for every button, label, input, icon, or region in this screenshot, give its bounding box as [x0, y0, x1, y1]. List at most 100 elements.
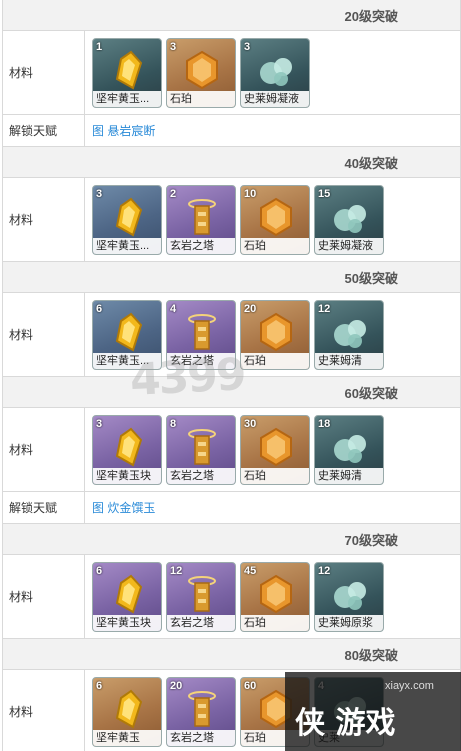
material-name: 史莱姆凝液 [315, 237, 383, 254]
slime-concentrate-icon [329, 573, 371, 615]
material-card[interactable]: 18 史莱姆清 [314, 414, 384, 485]
material-card[interactable]: 8 玄岩之塔 [166, 414, 236, 485]
material-count: 18 [318, 417, 331, 430]
material-count: 30 [244, 417, 257, 430]
amber-icon [181, 49, 223, 91]
material-count: 60 [244, 679, 257, 692]
materials-row: 材料 6 坚牢黄玉块 12 玄岩之塔 45 石珀 12 史莱姆原浆 [3, 555, 460, 639]
slime-condensate-icon [329, 196, 371, 238]
materials-label: 材料 [3, 555, 85, 638]
watermark-4399: 4399 [128, 349, 246, 406]
material-name: 石珀 [241, 352, 309, 369]
material-count: 12 [318, 564, 331, 577]
material-card[interactable]: 3 坚牢黄玉块 [92, 414, 162, 485]
basalt-pillar-icon [181, 573, 223, 615]
unlock-talent-label: 解锁天赋 [3, 115, 85, 146]
material-card[interactable]: 12 玄岩之塔 [166, 561, 236, 632]
material-count: 4 [170, 302, 177, 315]
stage-header: 70级突破 [3, 524, 460, 555]
slime-secretions-icon [329, 426, 371, 468]
material-count: 6 [96, 564, 103, 577]
material-name: 玄岩之塔 [167, 237, 235, 254]
material-card[interactable]: 12 史莱姆原浆 [314, 561, 384, 632]
material-card[interactable]: 45 石珀 [240, 561, 310, 632]
topaz-fragment-icon [107, 196, 149, 238]
basalt-pillar-icon [181, 688, 223, 730]
material-count: 3 [170, 40, 177, 53]
material-name: 坚牢黄玉 [93, 729, 161, 746]
materials-label: 材料 [3, 178, 85, 261]
basalt-pillar-icon [181, 196, 223, 238]
material-card[interactable]: 1 坚牢黄玉... [92, 37, 162, 108]
material-card[interactable]: 3 坚牢黄玉... [92, 184, 162, 255]
material-count: 20 [244, 302, 257, 315]
material-card[interactable]: 6 坚牢黄玉块 [92, 561, 162, 632]
talent-link[interactable]: 图 炊金馔玉 [92, 499, 155, 516]
material-name: 石珀 [241, 614, 309, 631]
material-count: 15 [318, 187, 331, 200]
material-name: 坚牢黄玉块 [93, 614, 161, 631]
material-card[interactable]: 12 史莱姆清 [314, 299, 384, 370]
material-count: 8 [170, 417, 177, 430]
materials-label: 材料 [3, 31, 85, 114]
material-count: 1 [96, 40, 103, 53]
stage-header: 40级突破 [3, 147, 460, 178]
materials-row: 材料 1 坚牢黄玉... 3 石珀 3 史莱姆凝液 [3, 31, 460, 115]
material-name: 坚牢黄玉... [93, 237, 161, 254]
material-name: 史莱姆清 [315, 352, 383, 369]
material-name: 坚牢黄玉... [93, 90, 161, 107]
material-count: 20 [170, 679, 183, 692]
material-card[interactable]: 3 史莱姆凝液 [240, 37, 310, 108]
unlock-talent-label: 解锁天赋 [3, 492, 85, 523]
topaz-sliver-icon [107, 49, 149, 91]
material-card[interactable]: 2 玄岩之塔 [166, 184, 236, 255]
material-name: 玄岩之塔 [167, 614, 235, 631]
material-card[interactable]: 3 石珀 [166, 37, 236, 108]
material-count: 45 [244, 564, 257, 577]
material-count: 12 [318, 302, 331, 315]
material-name: 石珀 [167, 90, 235, 107]
unlock-talent-row: 解锁天赋图 炊金馔玉 [3, 492, 460, 524]
material-card[interactable]: 6 坚牢黄玉 [92, 676, 162, 747]
stage-header: 50级突破 [3, 262, 460, 293]
material-card[interactable]: 15 史莱姆凝液 [314, 184, 384, 255]
watermark-logo: 侠 游戏 [295, 706, 396, 741]
material-name: 史莱姆清 [315, 467, 383, 484]
amber-icon [255, 426, 297, 468]
topaz-chunk-icon [107, 426, 149, 468]
slime-secretions-icon [329, 311, 371, 353]
watermark-xiayx: xiayx.com 侠 游戏 [285, 672, 461, 751]
material-card[interactable]: 20 石珀 [240, 299, 310, 370]
material-count: 10 [244, 187, 257, 200]
material-count: 12 [170, 564, 183, 577]
material-name: 坚牢黄玉块 [93, 467, 161, 484]
material-list: 3 坚牢黄玉块 8 玄岩之塔 30 石珀 18 史莱姆清 [92, 414, 384, 485]
material-list: 1 坚牢黄玉... 3 石珀 3 史莱姆凝液 [92, 37, 310, 108]
topaz-fragment-icon [107, 311, 149, 353]
amber-icon [255, 573, 297, 615]
material-list: 6 坚牢黄玉块 12 玄岩之塔 45 石珀 12 史莱姆原浆 [92, 561, 384, 632]
material-list: 3 坚牢黄玉... 2 玄岩之塔 10 石珀 15 史莱姆凝液 [92, 184, 384, 255]
material-card[interactable]: 20 玄岩之塔 [166, 676, 236, 747]
watermark-site: xiayx.com [385, 680, 434, 692]
material-name: 石珀 [241, 237, 309, 254]
topaz-chunk-icon [107, 573, 149, 615]
material-name: 史莱姆凝液 [241, 90, 309, 107]
material-card[interactable]: 30 石珀 [240, 414, 310, 485]
materials-row: 材料 3 坚牢黄玉块 8 玄岩之塔 30 石珀 18 史莱姆清 [3, 408, 460, 492]
materials-label: 材料 [3, 293, 85, 376]
slime-condensate-icon [255, 49, 297, 91]
material-name: 史莱姆原浆 [315, 614, 383, 631]
unlock-talent-row: 解锁天赋图 悬岩宸断 [3, 115, 460, 147]
material-count: 3 [96, 187, 103, 200]
material-card[interactable]: 10 石珀 [240, 184, 310, 255]
basalt-pillar-icon [181, 311, 223, 353]
talent-link[interactable]: 图 悬岩宸断 [92, 122, 155, 139]
materials-row: 材料 3 坚牢黄玉... 2 玄岩之塔 10 石珀 15 史莱姆凝液 [3, 178, 460, 262]
material-count: 3 [244, 40, 251, 53]
material-count: 6 [96, 302, 103, 315]
amber-icon [255, 196, 297, 238]
materials-label: 材料 [3, 670, 85, 751]
basalt-pillar-icon [181, 426, 223, 468]
material-count: 3 [96, 417, 103, 430]
